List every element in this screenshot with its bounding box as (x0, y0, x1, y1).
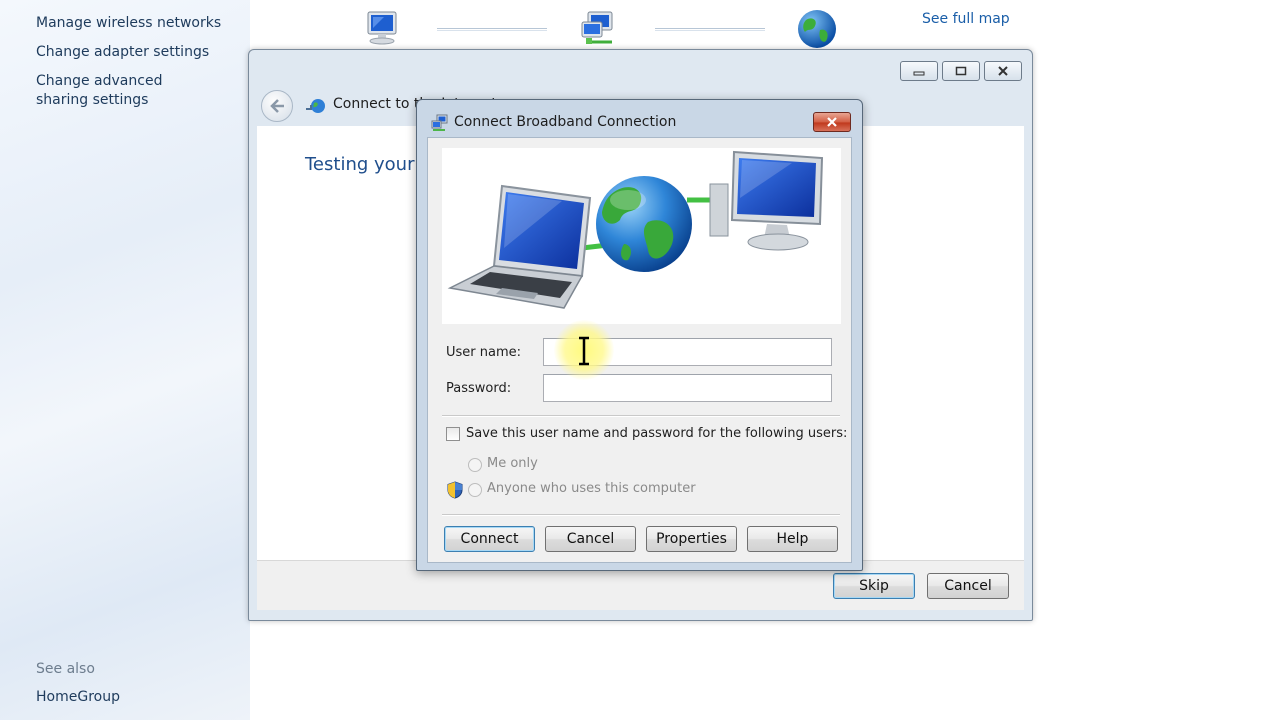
save-credentials-checkbox[interactable] (446, 427, 460, 441)
left-task-pane: Manage wireless networks Change adapter … (0, 0, 250, 720)
close-window-button[interactable] (984, 61, 1022, 81)
manage-wireless-networks-link[interactable]: Manage wireless networks (36, 14, 236, 33)
anyone-label: Anyone who uses this computer (487, 481, 696, 496)
back-arrow-icon (270, 99, 284, 113)
broadband-connection-icon (431, 114, 449, 136)
separator-top (442, 415, 840, 417)
connect-broadband-dialog: Connect Broadband Connection User name: … (416, 99, 863, 571)
dialog-title: Connect Broadband Connection (454, 114, 677, 130)
minimize-button[interactable] (900, 61, 938, 81)
password-label: Password: (446, 381, 512, 396)
skip-button[interactable]: Skip (833, 573, 915, 599)
laptop-globe-computer-illustration (447, 150, 824, 309)
password-input[interactable] (543, 374, 832, 402)
network-icon (578, 10, 622, 54)
dialog-cancel-button[interactable]: Cancel (545, 526, 636, 552)
dialog-close-button[interactable] (813, 112, 851, 132)
see-also-label: See also (36, 661, 95, 677)
minimize-icon (913, 71, 925, 76)
maximize-button[interactable] (942, 61, 980, 81)
see-full-map-link[interactable]: See full map (922, 11, 1010, 27)
network-link-line (437, 28, 547, 31)
globe-icon (796, 8, 838, 54)
properties-button[interactable]: Properties (646, 526, 737, 552)
homegroup-link[interactable]: HomeGroup (36, 689, 120, 705)
username-label: User name: (446, 345, 522, 360)
connection-banner-illustration (442, 148, 841, 324)
window-caption-buttons (900, 61, 1022, 81)
back-button[interactable] (261, 90, 293, 122)
close-icon (998, 66, 1008, 76)
save-credentials-label: Save this user name and password for the… (466, 426, 848, 441)
text-cursor-icon (577, 336, 591, 370)
wizard-cancel-button[interactable]: Cancel (927, 573, 1009, 599)
dialog-body: User name: Password: Save this user name… (427, 137, 852, 563)
change-advanced-sharing-settings-link[interactable]: Change advanced sharing settings (36, 72, 216, 110)
me-only-label: Me only (487, 456, 538, 471)
connect-button[interactable]: Connect (444, 526, 535, 552)
separator-bottom (442, 514, 840, 516)
close-icon (827, 117, 837, 127)
me-only-radio[interactable] (468, 458, 482, 472)
computer-icon (362, 10, 402, 52)
shield-icon (446, 481, 464, 503)
change-adapter-settings-link[interactable]: Change adapter settings (36, 43, 236, 62)
network-connection-icon (305, 97, 327, 119)
internet-link-line (655, 28, 765, 31)
restore-icon (955, 66, 967, 76)
anyone-radio[interactable] (468, 483, 482, 497)
help-button[interactable]: Help (747, 526, 838, 552)
